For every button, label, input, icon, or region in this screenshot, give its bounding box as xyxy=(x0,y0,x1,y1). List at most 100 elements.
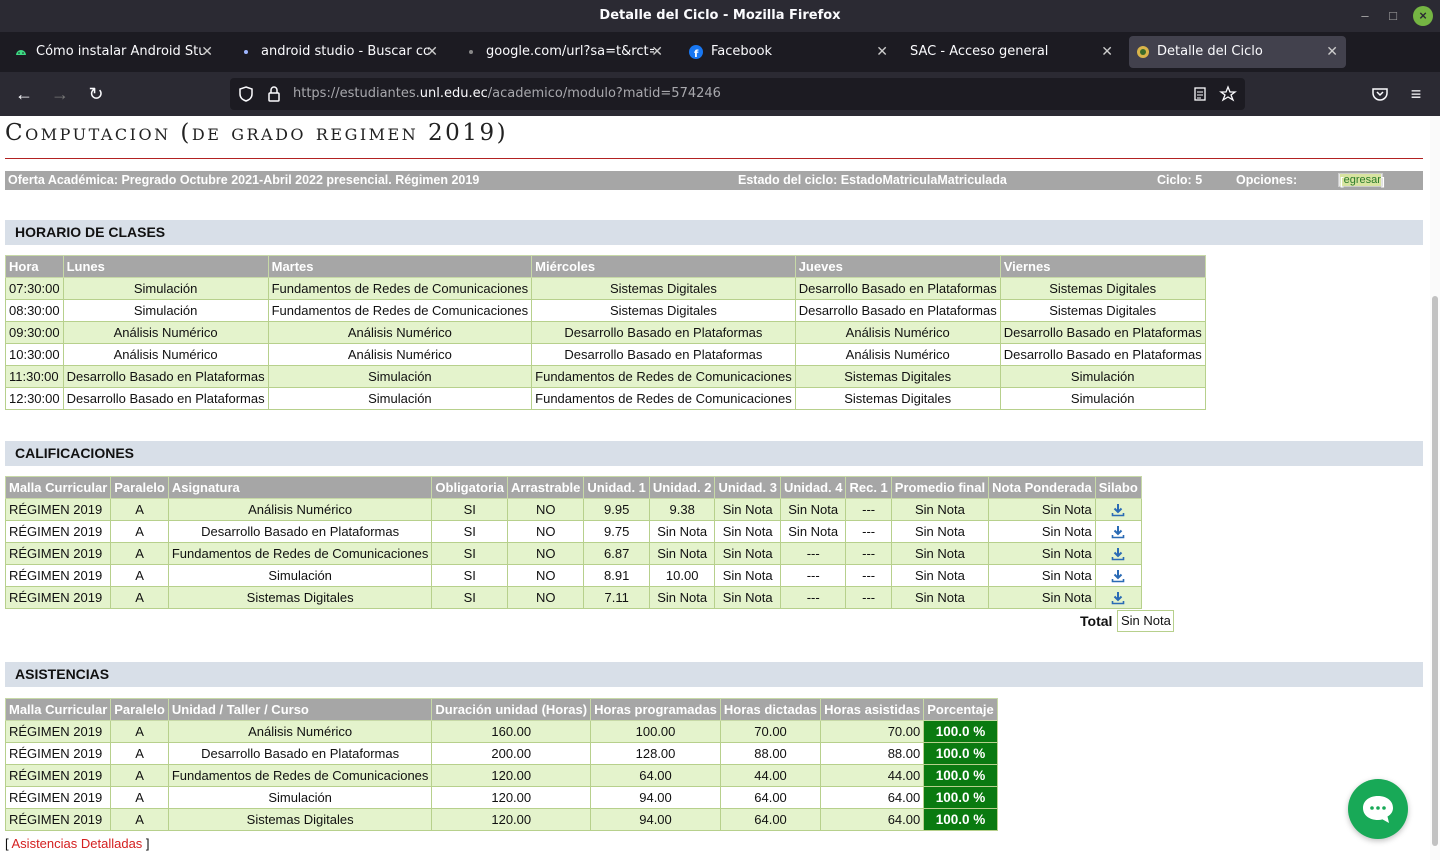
table-cell: 100.00 xyxy=(590,720,721,743)
horario-section-title: HORARIO DE CLASES xyxy=(5,220,1423,245)
tab-facebook[interactable]: f Facebook ✕ xyxy=(679,36,896,68)
table-cell: RÉGIMEN 2019 xyxy=(4,764,112,787)
pocket-icon[interactable] xyxy=(1370,84,1390,104)
table-cell: RÉGIMEN 2019 xyxy=(4,498,112,521)
back-arrow-icon[interactable]: ← xyxy=(12,82,36,106)
download-icon[interactable] xyxy=(1111,547,1125,561)
cycle-info-bar: Oferta Académica: Pregrado Octubre 2021-… xyxy=(5,171,1423,190)
navigation-bar: ← → ↻ https://estudiantes.unl.edu.ec/aca… xyxy=(0,72,1440,116)
page-title: Computacion (de grado regimen 2019) xyxy=(5,120,509,146)
table-cell: A xyxy=(110,742,169,765)
scrollbar-thumb[interactable] xyxy=(1432,296,1438,846)
silabo-cell[interactable] xyxy=(1094,542,1142,565)
regresar-link[interactable]: regresar xyxy=(1340,174,1381,186)
reload-icon[interactable]: ↻ xyxy=(84,82,108,106)
tab-close-icon[interactable]: ✕ xyxy=(1101,36,1113,68)
tab-sac-acceso[interactable]: SAC - Acceso general ✕ xyxy=(904,36,1121,68)
column-header: Paralelo xyxy=(110,476,169,499)
silabo-cell[interactable] xyxy=(1094,586,1142,609)
column-header: Nota Ponderada xyxy=(988,476,1096,499)
table-cell: Sistemas Digitales xyxy=(999,299,1206,322)
table-cell: Análisis Numérico xyxy=(62,321,269,344)
table-cell: Sin Nota xyxy=(988,564,1096,587)
table-cell: Sin Nota xyxy=(890,542,990,565)
tab-google-url[interactable]: google.com/url?sa=t&rct=j& ✕ xyxy=(454,36,671,68)
column-header: Horas dictadas xyxy=(719,698,822,721)
tab-detalle-ciclo[interactable]: Detalle del Ciclo ✕ xyxy=(1129,36,1346,68)
bookmark-star-icon[interactable] xyxy=(1218,84,1238,104)
unl-logo-icon xyxy=(1137,46,1149,58)
tab-android-studio-search[interactable]: android studio - Buscar con ✕ xyxy=(229,36,446,68)
percentage-cell: 100.0 % xyxy=(923,786,998,809)
regresar-box: [regresar] xyxy=(1338,173,1385,188)
table-cell: 64.00 xyxy=(820,808,925,831)
table-cell: Simulación xyxy=(999,387,1206,410)
table-cell: 44.00 xyxy=(719,764,822,787)
maximize-icon[interactable]: □ xyxy=(1383,6,1403,26)
tab-close-icon[interactable]: ✕ xyxy=(651,36,663,68)
table-cell: Sin Nota xyxy=(714,520,781,543)
lock-icon[interactable] xyxy=(264,84,284,104)
shield-icon[interactable] xyxy=(236,84,256,104)
asistencias-detalladas-link[interactable]: Asistencias Detalladas xyxy=(12,836,143,851)
table-cell: NO xyxy=(507,564,585,587)
column-header: Horas asistidas xyxy=(820,698,925,721)
silabo-cell[interactable] xyxy=(1094,498,1142,521)
total-label: Total xyxy=(1080,613,1113,629)
column-header: Promedio final xyxy=(890,476,990,499)
table-cell: Desarrollo Basado en Plataformas xyxy=(167,742,433,765)
table-cell: Análisis Numérico xyxy=(794,321,1001,344)
table-cell: Análisis Numérico xyxy=(267,321,533,344)
table-row: RÉGIMEN 2019 A Desarrollo Basado en Plataf… xyxy=(4,742,998,765)
table-cell: Sin Nota xyxy=(648,520,716,543)
column-header: Unidad. 3 xyxy=(714,476,781,499)
silabo-cell[interactable] xyxy=(1094,520,1142,543)
download-icon[interactable] xyxy=(1111,503,1125,517)
table-cell: 160.00 xyxy=(431,720,592,743)
horario-header-row: Hora Lunes Martes Miércoles Jueves Viernes xyxy=(5,255,1206,278)
download-icon[interactable] xyxy=(1111,591,1125,605)
tab-bar: Cómo instalar Android Studio ✕ android s… xyxy=(0,32,1440,94)
url-prefix: https://estudiantes. xyxy=(293,86,420,101)
column-header: Hora xyxy=(5,255,64,278)
table-cell: 200.00 xyxy=(431,742,592,765)
table-cell: RÉGIMEN 2019 xyxy=(4,586,112,609)
download-icon[interactable] xyxy=(1111,525,1125,539)
table-cell: Desarrollo Basado en Plataformas xyxy=(62,387,269,410)
tab-close-icon[interactable]: ✕ xyxy=(201,36,213,68)
tab-close-icon[interactable]: ✕ xyxy=(426,36,438,68)
url-bar[interactable]: https://estudiantes.unl.edu.ec/academico… xyxy=(230,78,1245,110)
reader-view-icon[interactable] xyxy=(1190,84,1210,104)
tab-close-icon[interactable]: ✕ xyxy=(876,36,888,68)
tab-close-icon[interactable]: ✕ xyxy=(1326,36,1338,68)
table-cell: SI xyxy=(431,542,509,565)
table-row: 11:30:00 Desarrollo Basado en Plataformas… xyxy=(5,365,1206,388)
forward-arrow-icon[interactable]: → xyxy=(48,82,72,106)
page-scrollbar[interactable] xyxy=(1430,116,1440,860)
table-cell: Sin Nota xyxy=(890,586,990,609)
table-cell: Fundamentos de Redes de Comunicaciones xyxy=(167,764,433,787)
table-cell: --- xyxy=(845,542,892,565)
link-bracket-close: ] xyxy=(142,836,150,851)
table-cell: 11:30:00 xyxy=(5,365,64,388)
table-cell: Sistemas Digitales xyxy=(794,387,1001,410)
chat-button[interactable] xyxy=(1348,779,1408,839)
tab-label: Detalle del Ciclo xyxy=(1157,44,1263,59)
table-cell: Fundamentos de Redes de Comunicaciones xyxy=(531,365,796,388)
minimize-icon[interactable]: – xyxy=(1355,6,1375,26)
table-cell: 70.00 xyxy=(820,720,925,743)
table-row: RÉGIMEN 2019 A Simulación 120.00 94.00 64.00 6… xyxy=(4,786,998,809)
table-cell: Desarrollo Basado en Plataformas xyxy=(167,520,433,543)
download-icon[interactable] xyxy=(1111,569,1125,583)
table-cell: 94.00 xyxy=(590,786,721,809)
table-cell: Sistemas Digitales xyxy=(167,808,433,831)
silabo-cell[interactable] xyxy=(1094,564,1142,587)
close-window-icon[interactable]: × xyxy=(1413,6,1433,26)
tab-android-studio-install[interactable]: Cómo instalar Android Studio ✕ xyxy=(4,36,221,68)
url-text[interactable]: https://estudiantes.unl.edu.ec/academico… xyxy=(293,86,721,101)
table-cell: Fundamentos de Redes de Comunicaciones xyxy=(267,299,533,322)
url-path: /academico/modulo?matid=574246 xyxy=(487,86,721,101)
table-cell: 12:30:00 xyxy=(5,387,64,410)
table-cell: --- xyxy=(845,498,892,521)
hamburger-menu-icon[interactable]: ≡ xyxy=(1404,82,1428,106)
